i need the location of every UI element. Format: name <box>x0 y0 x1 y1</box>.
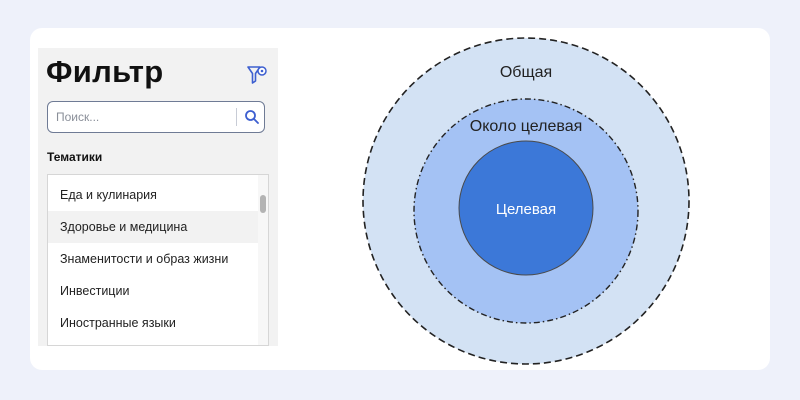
outer-label: Общая <box>500 64 552 81</box>
audience-diagram: Общая Около целевая Целевая <box>362 37 690 365</box>
middle-label: Около целевая <box>470 118 583 135</box>
inner-label: Целевая <box>496 201 556 218</box>
